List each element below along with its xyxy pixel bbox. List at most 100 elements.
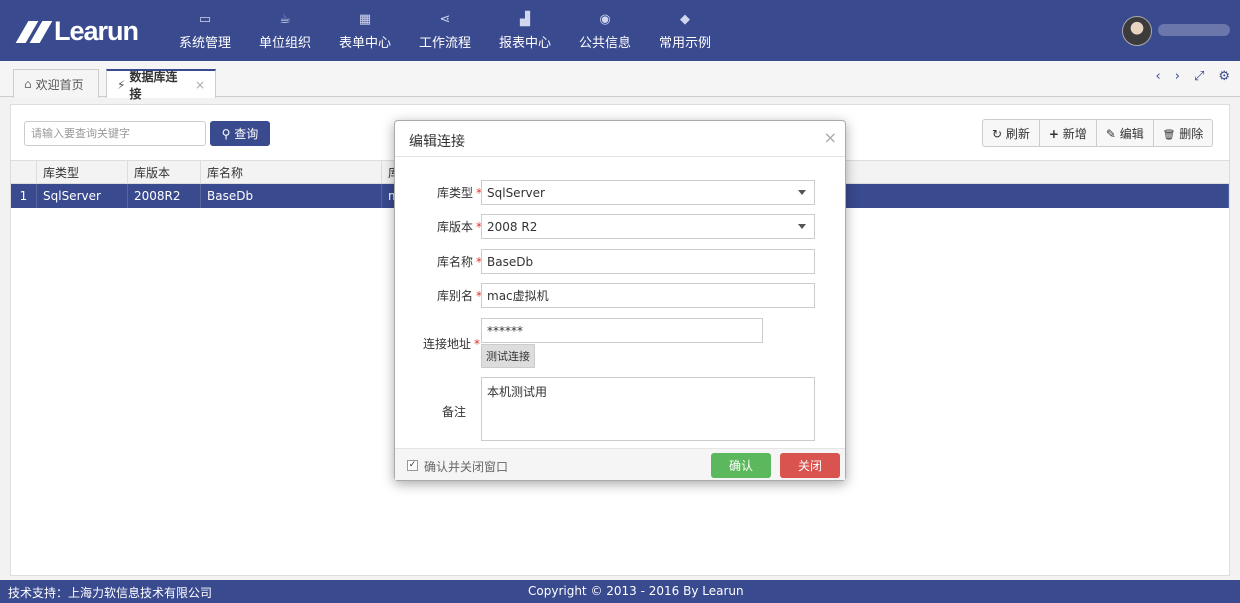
field-db-type: 库类型 * SqlServer bbox=[395, 180, 847, 206]
field-label: 库别名 * bbox=[436, 289, 482, 303]
nav-label: 单位组织 bbox=[258, 35, 311, 51]
support-text: 技术支持：上海力软信息技术有限公司 bbox=[8, 586, 213, 600]
field-label: 库名称 * bbox=[436, 255, 482, 269]
tab-tools: ‹ › ⤢ ⚙ bbox=[1156, 69, 1230, 84]
nav-label: 公共信息 bbox=[578, 35, 631, 51]
cell-db-name: BaseDb bbox=[201, 184, 382, 208]
remark-textarea[interactable]: 本机测试用 bbox=[481, 377, 815, 441]
username-blurred[interactable] bbox=[1158, 24, 1230, 36]
add-button[interactable]: + 新增 bbox=[1040, 120, 1097, 146]
share-icon: ⋖ bbox=[439, 11, 451, 27]
logo-text: Learun bbox=[54, 15, 139, 46]
logo-mark-icon bbox=[14, 19, 53, 43]
globe-icon: ◉ bbox=[599, 11, 611, 27]
cell-db-type: SqlServer bbox=[37, 184, 128, 208]
tab-db-connection[interactable]: ⚡ 数据库连接 × bbox=[106, 69, 216, 101]
dialog-title: 编辑连接 bbox=[409, 134, 465, 150]
cell-db-version: 2008R2 bbox=[128, 184, 201, 208]
tags-icon: ◆ bbox=[680, 11, 690, 27]
nav-label: 工作流程 bbox=[418, 35, 471, 51]
edit-label: 编辑 bbox=[1119, 126, 1144, 141]
close-icon[interactable]: × bbox=[824, 128, 837, 147]
col-header-db-type[interactable]: 库类型 bbox=[37, 161, 128, 183]
search-icon: ⚲ bbox=[221, 127, 231, 141]
select-value: SqlServer bbox=[487, 185, 545, 200]
tab-label: 数据库连接 bbox=[129, 69, 178, 101]
nav-item-system[interactable]: ▭ 系统管理 bbox=[165, 0, 245, 61]
conn-field-label: 连接地址 * bbox=[422, 337, 480, 351]
remark-label: 备注 bbox=[441, 405, 466, 419]
col-header-db-version[interactable]: 库版本 bbox=[128, 161, 201, 183]
query-label: 查询 bbox=[234, 127, 259, 141]
refresh-icon: ↻ bbox=[992, 126, 1003, 141]
col-header-index bbox=[11, 161, 37, 183]
avatar[interactable] bbox=[1122, 16, 1152, 46]
query-button[interactable]: ⚲ 查询 bbox=[210, 121, 270, 146]
test-connection-button[interactable]: 测试连接 bbox=[481, 344, 535, 368]
nav-label: 常用示例 bbox=[658, 35, 711, 51]
add-label: 新增 bbox=[1062, 126, 1087, 141]
plug-icon: ⚡ bbox=[117, 77, 126, 92]
top-navbar: Learun ▭ 系统管理 ☕ 单位组织 ▦ 表单中心 ⋖ 工作流程 ▟ 报表中… bbox=[0, 0, 1240, 61]
field-db-alias: 库别名 * mac虚拟机 bbox=[395, 283, 847, 309]
confirm-button[interactable]: 确认 bbox=[711, 453, 771, 478]
caret-down-icon bbox=[798, 190, 806, 195]
dialog-header: 编辑连接 × bbox=[395, 121, 845, 157]
delete-button[interactable]: 🗑 删除 bbox=[1154, 120, 1213, 146]
search-input[interactable] bbox=[24, 121, 206, 146]
desktop-icon: ▭ bbox=[198, 11, 212, 27]
page-footer: 技术支持：上海力软信息技术有限公司 Copyright © 2013 - 201… bbox=[0, 580, 1240, 603]
nav-item-examples[interactable]: ◆ 常用示例 bbox=[645, 0, 725, 61]
checkbox-label[interactable]: 确认并关闭窗口 bbox=[424, 458, 508, 475]
confirm-close-checkbox[interactable]: ✓ bbox=[407, 460, 418, 471]
field-label: 库版本 * bbox=[436, 220, 482, 234]
gear-icon[interactable]: ⚙ bbox=[1218, 69, 1230, 84]
field-label: 库类型 * bbox=[436, 186, 482, 200]
edit-connection-dialog: 编辑连接 × 库类型 * SqlServer 库版本 * 2008 R2 库名称 * … bbox=[394, 120, 846, 481]
db-type-select[interactable]: SqlServer bbox=[481, 180, 815, 205]
plus-icon: + bbox=[1048, 126, 1059, 141]
tab-welcome[interactable]: ⌂ 欢迎首页 bbox=[13, 69, 99, 98]
nav-label: 表单中心 bbox=[338, 35, 391, 51]
coffee-icon: ☕ bbox=[279, 11, 291, 27]
edit-icon: ✎ bbox=[1105, 126, 1116, 141]
tab-close-icon[interactable]: × bbox=[195, 78, 205, 92]
chevron-left-icon[interactable]: ‹ bbox=[1156, 69, 1161, 84]
refresh-button[interactable]: ↻ 刷新 bbox=[983, 120, 1040, 146]
learun-logo[interactable]: Learun bbox=[14, 14, 144, 48]
trash-icon: 🗑 bbox=[1162, 129, 1176, 141]
area-chart-icon: ▟ bbox=[520, 11, 530, 27]
copyright-text: Copyright © 2013 - 2016 By Learun bbox=[528, 584, 744, 598]
nav-label: 系统管理 bbox=[178, 35, 231, 51]
dialog-footer: ✓ 确认并关闭窗口 确认 关闭 bbox=[395, 448, 845, 480]
nav-item-reports[interactable]: ▟ 报表中心 bbox=[485, 0, 565, 61]
db-alias-input[interactable]: mac虚拟机 bbox=[481, 283, 815, 308]
refresh-label: 刷新 bbox=[1005, 126, 1030, 141]
home-icon: ⌂ bbox=[24, 77, 32, 91]
delete-label: 删除 bbox=[1179, 126, 1204, 141]
nav-item-forms[interactable]: ▦ 表单中心 bbox=[325, 0, 405, 61]
action-toolbar: ↻ 刷新 + 新增 ✎ 编辑 🗑 删除 bbox=[982, 119, 1214, 147]
chevron-right-icon[interactable]: › bbox=[1175, 69, 1180, 84]
col-header-db-name[interactable]: 库名称 bbox=[201, 161, 382, 183]
edit-button[interactable]: ✎ 编辑 bbox=[1097, 120, 1154, 146]
tab-label: 欢迎首页 bbox=[35, 77, 84, 92]
nav-item-public-info[interactable]: ◉ 公共信息 bbox=[565, 0, 645, 61]
field-db-version: 库版本 * 2008 R2 bbox=[395, 214, 847, 240]
row-index: 1 bbox=[11, 184, 37, 208]
main-nav: ▭ 系统管理 ☕ 单位组织 ▦ 表单中心 ⋖ 工作流程 ▟ 报表中心 ◉ 公共信… bbox=[165, 0, 725, 61]
tab-bar: ⌂ 欢迎首页 ⚡ 数据库连接 × ‹ › ⤢ ⚙ bbox=[0, 61, 1240, 101]
select-value: 2008 R2 bbox=[487, 219, 538, 234]
db-version-select[interactable]: 2008 R2 bbox=[481, 214, 815, 239]
nav-item-organization[interactable]: ☕ 单位组织 bbox=[245, 0, 325, 61]
required-mark: * bbox=[474, 337, 480, 351]
fullscreen-icon[interactable]: ⤢ bbox=[1194, 69, 1204, 84]
caret-down-icon bbox=[798, 224, 806, 229]
field-db-name: 库名称 * BaseDb bbox=[395, 249, 847, 275]
db-name-input[interactable]: BaseDb bbox=[481, 249, 815, 274]
table-icon: ▦ bbox=[358, 11, 372, 27]
nav-item-workflow[interactable]: ⋖ 工作流程 bbox=[405, 0, 485, 61]
connection-string-input[interactable]: ****** bbox=[481, 318, 763, 343]
close-button[interactable]: 关闭 bbox=[780, 453, 840, 478]
nav-label: 报表中心 bbox=[498, 35, 551, 51]
